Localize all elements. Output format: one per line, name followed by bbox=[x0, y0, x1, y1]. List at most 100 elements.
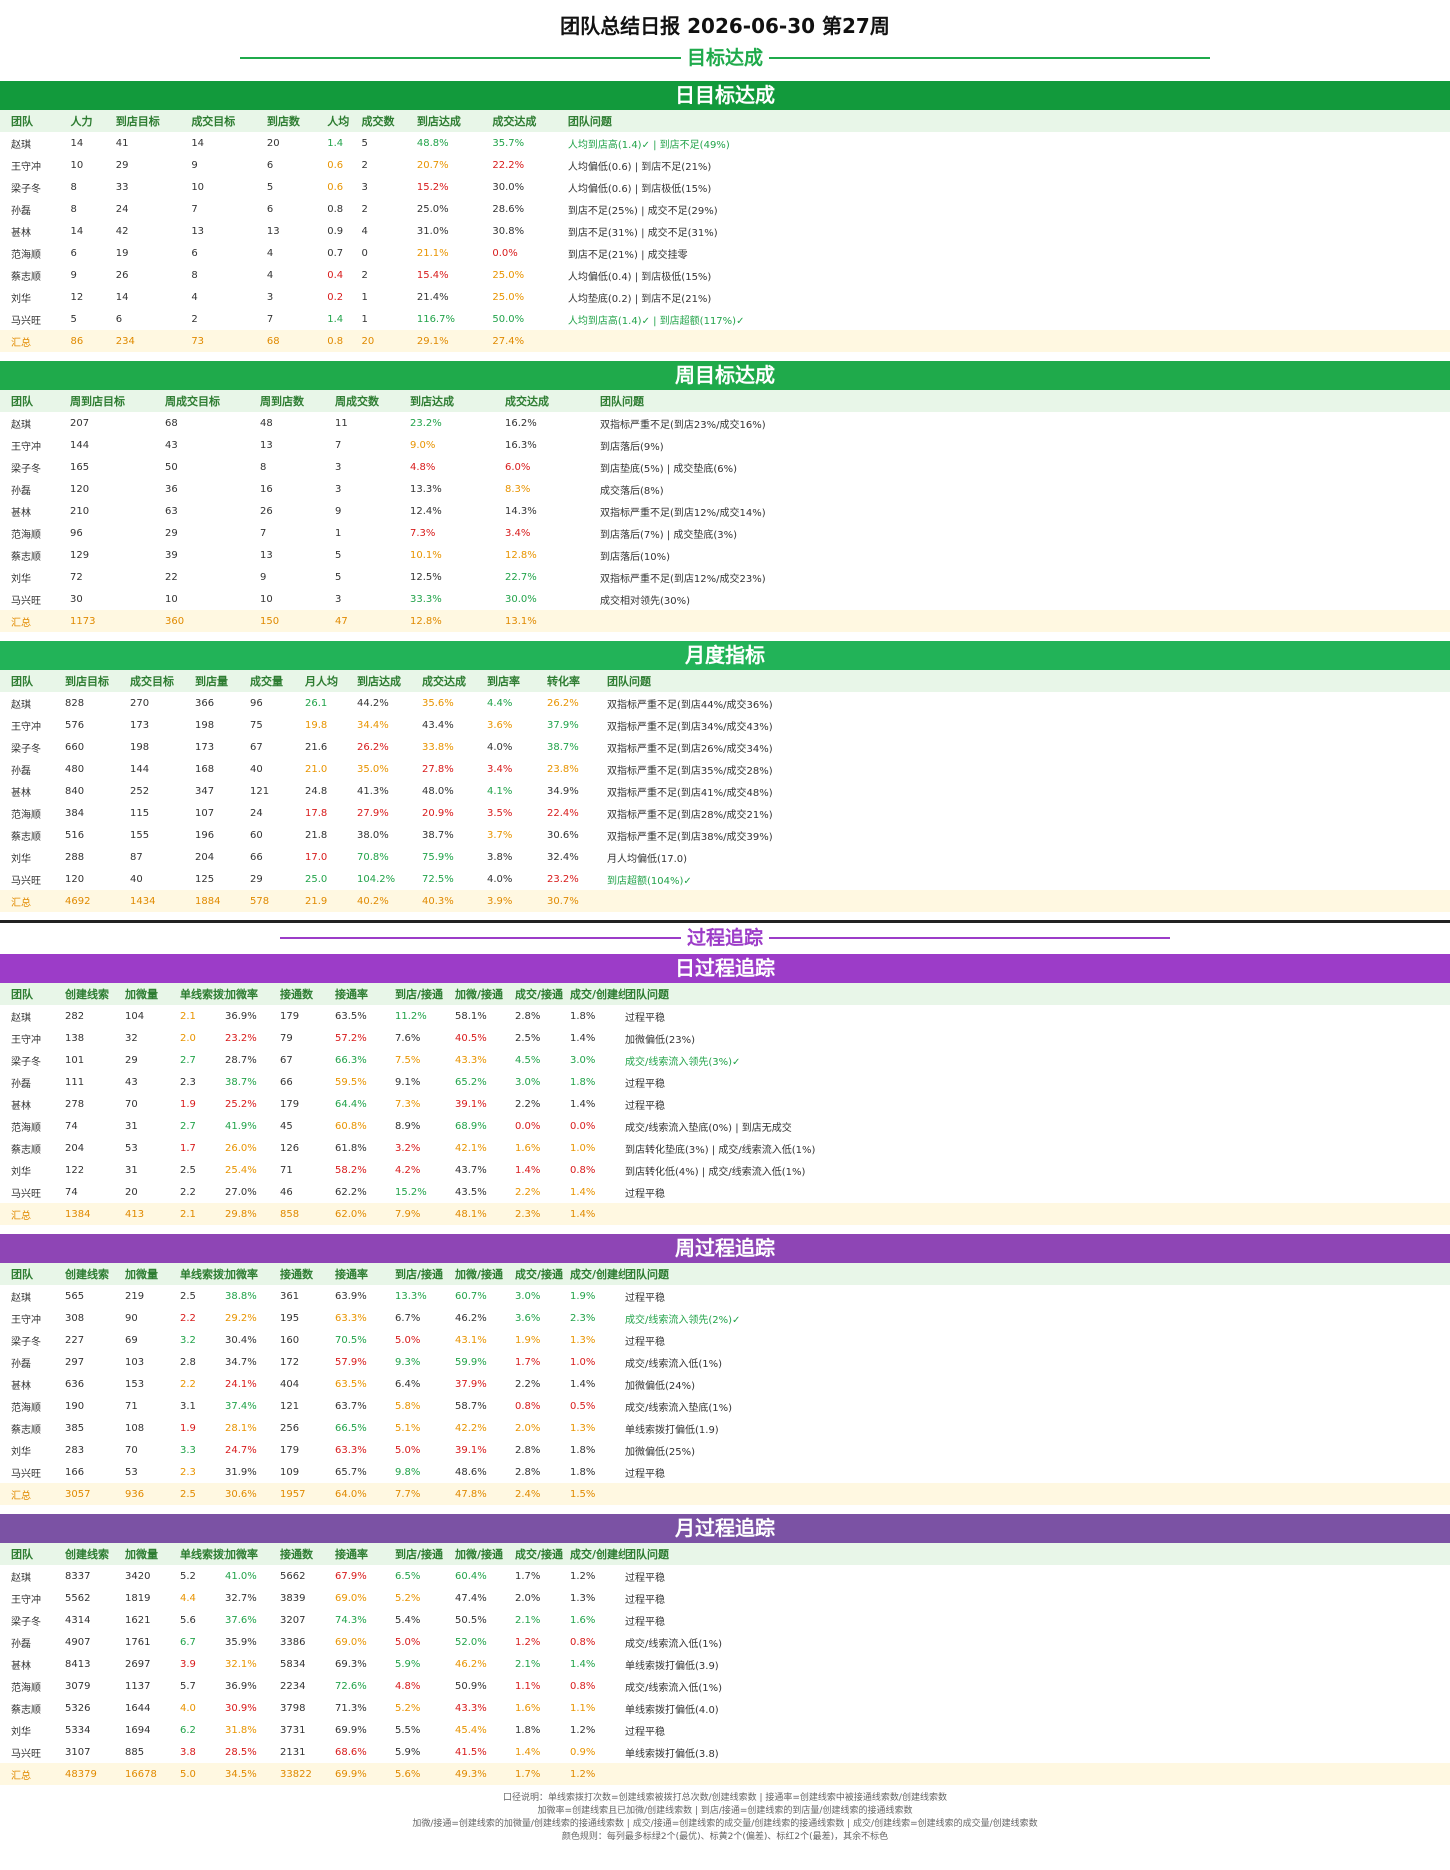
table-row: 孙磊 297 103 2.8 34.7% 172 57.9% 9.3% 59.9% 1.7% 1.0… bbox=[0, 1351, 1450, 1373]
table-cell: 50 bbox=[165, 461, 178, 473]
table-cell: 3.0% bbox=[570, 1054, 596, 1066]
table-cell: 207 bbox=[70, 417, 90, 429]
table-cell: 24 bbox=[115, 203, 129, 215]
table-cell: 25.0 bbox=[305, 873, 328, 885]
table-cell: 5.1% bbox=[395, 1422, 421, 1434]
table-cell: 15.2% bbox=[395, 1186, 427, 1198]
table-cell: 14 bbox=[70, 225, 84, 237]
table-cell: 成交/线索流入领先(2%)✓ bbox=[625, 1314, 741, 1326]
table-cell: 204 bbox=[195, 851, 215, 863]
summary-cell: 2.3% bbox=[515, 1208, 541, 1220]
table-cell: 165 bbox=[70, 461, 90, 473]
table-cell: 74 bbox=[65, 1120, 78, 1132]
table-cell: 17.8 bbox=[305, 807, 328, 819]
table-cell: 28.6% bbox=[492, 203, 525, 215]
table-cell: 43.4% bbox=[422, 719, 454, 731]
team-name-cell: 孙磊 bbox=[11, 765, 31, 777]
table-row: 梁子冬 8 33 10 5 0.6 3 15.2% 30.0% 人均偏低(0.6) | 到店极低(… bbox=[0, 176, 1450, 198]
table-row: 蔡志顺 204 53 1.7 26.0% 126 61.8% 3.2% 42.1% 1.6% 1.0… bbox=[0, 1137, 1450, 1159]
column-header: 成交/接通 bbox=[515, 988, 564, 1001]
table-cell: 过程平稳 bbox=[625, 1616, 665, 1628]
team-name-cell: 王守冲 bbox=[11, 1034, 41, 1046]
table-cell: 双指标严重不足(到店35%/成交28%) bbox=[607, 765, 773, 777]
table-row: 王守冲 144 43 13 7 9.0% 16.3% 到店落后(9%) bbox=[0, 434, 1450, 456]
table-cell: 1.0% bbox=[570, 1356, 596, 1368]
table-cell: 1.8% bbox=[570, 1466, 596, 1478]
column-header: 到店量 bbox=[195, 675, 228, 688]
summary-cell: 7.9% bbox=[395, 1208, 421, 1220]
table-cell: 1.6% bbox=[515, 1142, 541, 1154]
table-cell: 14.3% bbox=[505, 505, 537, 517]
table-cell: 34.9% bbox=[547, 785, 579, 797]
table-cell: 75.9% bbox=[422, 851, 454, 863]
table-cell: 1.7% bbox=[515, 1570, 541, 1582]
column-header: 到店/接通 bbox=[395, 988, 444, 1001]
table-row: 刘华 283 70 3.3 24.7% 179 63.3% 5.0% 39.1% 2.8% 1.8%… bbox=[0, 1439, 1450, 1461]
table-cell: 单线索拨打偏低(4.0) bbox=[625, 1704, 719, 1716]
table-row: 马兴旺 166 53 2.3 31.9% 109 65.7% 9.8% 48.6% 2.8% 1.8… bbox=[0, 1461, 1450, 1483]
table-cell: 3.8% bbox=[487, 851, 513, 863]
table-cell: 1.4 bbox=[327, 313, 344, 325]
table-cell: 33.3% bbox=[410, 593, 442, 605]
summary-row: 汇总 86 234 73 68 0.8 20 29.1% 27.4% bbox=[0, 330, 1450, 352]
summary-cell: 360 bbox=[165, 615, 185, 627]
table-cell: 9.1% bbox=[395, 1076, 421, 1088]
table-cell: 3.0% bbox=[515, 1076, 541, 1088]
table-cell: 41 bbox=[115, 137, 129, 149]
table-cell: 38.8% bbox=[225, 1290, 257, 1302]
table-cell: 37.4% bbox=[225, 1400, 257, 1412]
table-cell: 63.5% bbox=[335, 1010, 367, 1022]
summary-cell: 3057 bbox=[65, 1488, 91, 1500]
table-cell: 125 bbox=[195, 873, 215, 885]
table-cell: 过程平稳 bbox=[625, 1078, 665, 1090]
table-cell: 3.9 bbox=[180, 1658, 196, 1670]
table-cell: 283 bbox=[65, 1444, 85, 1456]
table-cell: 成交/线索流入领先(3%)✓ bbox=[625, 1056, 741, 1068]
column-header: 加微量 bbox=[125, 988, 158, 1001]
table-cell: 2131 bbox=[280, 1746, 306, 1758]
table-cell: 3 bbox=[335, 593, 342, 605]
table-cell: 3 bbox=[361, 181, 368, 193]
table-cell: 24.7% bbox=[225, 1444, 257, 1456]
table-cell: 4 bbox=[266, 269, 274, 281]
table-cell: 33 bbox=[115, 181, 129, 193]
table-cell: 30.6% bbox=[547, 829, 579, 841]
table-cell: 8337 bbox=[65, 1570, 91, 1582]
table-cell: 3386 bbox=[280, 1636, 306, 1648]
table-cell: 404 bbox=[280, 1378, 300, 1390]
group-header-goal: 目标达成 bbox=[0, 44, 1450, 72]
table-cell: 5326 bbox=[65, 1702, 91, 1714]
table-row: 王守冲 576 173 198 75 19.8 34.4% 43.4% 3.6% 37.9% 双指标… bbox=[0, 714, 1450, 736]
table-cell: 10 bbox=[260, 593, 273, 605]
summary-row: 汇总 1384 413 2.1 29.8% 858 62.0% 7.9% 48.1% 2.3% 1.… bbox=[0, 1203, 1450, 1225]
table-cell: 1.1% bbox=[570, 1702, 596, 1714]
table-cell: 3.2% bbox=[395, 1142, 421, 1154]
table-cell: 13.3% bbox=[395, 1290, 427, 1302]
table-cell: 25.0% bbox=[492, 291, 525, 303]
table-cell: 111 bbox=[65, 1076, 85, 1088]
table-cell: 26.2% bbox=[357, 741, 389, 753]
team-name-cell: 赵琪 bbox=[11, 419, 31, 431]
table-cell: 1819 bbox=[125, 1592, 151, 1604]
table-cell: 23.8% bbox=[547, 763, 579, 775]
summary-cell: 2.4% bbox=[515, 1488, 541, 1500]
table-cell: 过程平稳 bbox=[625, 1572, 665, 1584]
table-cell: 308 bbox=[65, 1312, 85, 1324]
table-cell: 101 bbox=[65, 1054, 85, 1066]
table-cell: 2 bbox=[361, 269, 368, 281]
table-cell: 10 bbox=[191, 181, 205, 193]
table-cell: 过程平稳 bbox=[625, 1100, 665, 1112]
footer-line: 口径说明：单线索拨打次数=创建线索被拨打总次数/创建线索数 | 接通率=创建线索… bbox=[503, 1793, 947, 1803]
table-cell: 7 bbox=[266, 313, 274, 325]
table-cell: 2.0% bbox=[515, 1592, 541, 1604]
summary-cell: 16678 bbox=[125, 1768, 157, 1780]
table-cell: 2.8% bbox=[515, 1466, 541, 1478]
table-cell: 人均到店高(1.4)✓ | 到店超额(117%)✓ bbox=[567, 315, 745, 327]
column-header: 成交达成 bbox=[492, 115, 537, 128]
table-cell: 2 bbox=[361, 203, 368, 215]
column-header: 团队问题 bbox=[600, 395, 644, 408]
table-cell: 23.2% bbox=[410, 417, 442, 429]
table-cell: 0.9% bbox=[570, 1746, 596, 1758]
team-name-cell: 马兴旺 bbox=[11, 1748, 41, 1760]
table-cell: 人均到店高(1.4)✓ | 到店不足(49%) bbox=[567, 139, 730, 151]
